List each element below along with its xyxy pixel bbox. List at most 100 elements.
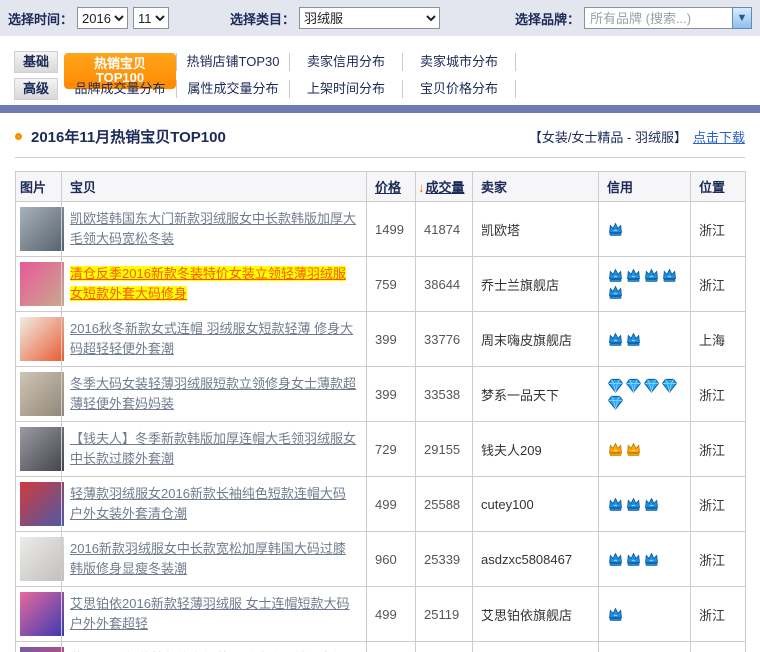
product-thumbnail[interactable] — [20, 537, 64, 581]
blue-crown-icon — [607, 284, 624, 301]
tab-attribute-volume-dist[interactable]: 属性成交量分布 — [177, 80, 290, 98]
blue-crown-icon — [643, 551, 660, 568]
product-thumbnail[interactable] — [20, 647, 64, 652]
tab-item-price-dist[interactable]: 宝贝价格分布 — [403, 80, 516, 98]
blue-crown-icon — [661, 267, 678, 284]
price-cell — [367, 642, 416, 652]
table-body: 凯欧塔韩国东大门新款羽绒服女中长款韩版加厚大毛领大码宽松冬装 1499 4187… — [16, 202, 746, 652]
seller-cell — [473, 642, 599, 652]
advanced-tab-row: 高级 品牌成交量分布 属性成交量分布 上架时间分布 宝贝价格分布 — [0, 75, 760, 102]
product-thumbnail[interactable] — [20, 482, 64, 526]
product-thumbnail[interactable] — [20, 427, 64, 471]
credit-cell — [599, 367, 691, 422]
blue-crown-icon — [643, 496, 660, 513]
product-title-link[interactable]: 艾思铂依2016新款轻薄羽绒服 女士连帽短款大码户外外套超轻 — [70, 596, 350, 631]
table-row: 2016秋冬新款女式连帽 羽绒服女短款轻薄 修身大码超轻轻便外套潮 399 33… — [16, 312, 746, 367]
tab-seller-credit-dist[interactable]: 卖家信用分布 — [290, 53, 403, 71]
top100-table: 图片 宝贝 价格 ↓成交量 卖家 信用 位置 凯欧塔韩国东大门新款羽绒服女中长款… — [15, 171, 746, 652]
product-title-link[interactable]: 清仓反季2016新款冬装特价女装立领轻薄羽绒服女短款外套大码修身 — [70, 266, 346, 301]
table-row: 凯欧塔韩国东大门新款羽绒服女中长款韩版加厚大毛领大码宽松冬装 1499 4187… — [16, 202, 746, 257]
category-select[interactable]: 羽绒服 — [299, 7, 440, 29]
category-path: 【女装/女士精品 - 羽绒服】 — [529, 127, 687, 146]
content-area: 2016年11月热销宝贝TOP100 【女装/女士精品 - 羽绒服】 点击下载 — [0, 113, 760, 158]
col-header-credit: 信用 — [599, 172, 691, 202]
title-divider — [15, 157, 745, 158]
page-title: 2016年11月热销宝贝TOP100 — [31, 126, 529, 147]
col-header-location: 位置 — [691, 172, 746, 202]
blue-diamond-icon — [661, 377, 678, 394]
volume-cell: 29155 — [416, 422, 473, 477]
tab-brand-volume-dist[interactable]: 品牌成交量分布 — [64, 80, 177, 98]
seller-cell: 艾思铂依旗舰店 — [473, 587, 599, 642]
price-cell: 499 — [367, 587, 416, 642]
product-thumbnail[interactable] — [20, 372, 64, 416]
location-cell: 浙江 — [691, 202, 746, 257]
seller-cell: cutey100 — [473, 477, 599, 532]
volume-cell: 25588 — [416, 477, 473, 532]
product-title-link[interactable]: 【钱夫人】冬季新款韩版加厚连帽大毛领羽绒服女中长款过膝外套潮 — [70, 431, 356, 466]
volume-cell: 33776 — [416, 312, 473, 367]
table-row: 2016新款羽绒服女中长款宽松加厚韩国大码过膝韩版修身显瘦冬装潮 960 253… — [16, 532, 746, 587]
blue-crown-icon — [607, 331, 624, 348]
location-cell: 浙江 — [691, 367, 746, 422]
credit-cell — [599, 257, 691, 312]
table-row: 艾思铂依2016新款轻薄羽绒服 女士连帽短款大码户外外套超轻 499 25119… — [16, 587, 746, 642]
product-title-link[interactable]: 2016新款羽绒服女中长款宽松加厚韩国大码过膝韩版修身显瘦冬装潮 — [70, 541, 346, 576]
advanced-group-label: 高级 — [14, 78, 58, 100]
col-header-item: 宝贝 — [62, 172, 367, 202]
download-link[interactable]: 点击下载 — [693, 127, 745, 146]
tab-listing-time-dist[interactable]: 上架时间分布 — [290, 80, 403, 98]
product-title-link[interactable]: 凯欧塔韩国东大门新款羽绒服女中长款韩版加厚大毛领大码宽松冬装 — [70, 211, 356, 246]
category-filter-label: 选择类目： — [230, 9, 295, 28]
price-cell: 729 — [367, 422, 416, 477]
col-header-price-sort[interactable]: 价格 — [375, 180, 401, 195]
blue-crown-icon — [625, 267, 642, 284]
blue-crown-icon — [607, 267, 624, 284]
table-row: 【钱夫人】冬季新款韩版加厚连帽大毛领羽绒服女中长款过膝外套潮 729 29155… — [16, 422, 746, 477]
basic-group-label: 基础 — [14, 51, 58, 73]
year-select[interactable]: 2016 — [77, 7, 128, 29]
credit-cell — [599, 587, 691, 642]
credit-cell — [599, 477, 691, 532]
product-thumbnail[interactable] — [20, 262, 64, 306]
location-cell: 浙江 — [691, 587, 746, 642]
product-thumbnail[interactable] — [20, 592, 64, 636]
location-cell — [691, 642, 746, 652]
title-bullet-icon — [15, 133, 22, 140]
product-title-link[interactable]: 冬季大码女装轻薄羽绒服短款立领修身女士薄款超薄轻便外套妈妈装 — [70, 376, 356, 411]
time-filter-label: 选择时间： — [8, 9, 73, 28]
brand-filter-label: 选择品牌： — [515, 9, 580, 28]
col-header-volume-sort[interactable]: 成交量 — [426, 180, 465, 195]
sort-desc-arrow-icon: ↓ — [418, 180, 425, 195]
credit-cell — [599, 642, 691, 652]
blue-crown-icon — [625, 551, 642, 568]
credit-cell — [599, 202, 691, 257]
brand-combobox: ▼ — [584, 7, 752, 29]
blue-crown-icon — [643, 267, 660, 284]
volume-cell: 33538 — [416, 367, 473, 422]
tab-seller-city-dist[interactable]: 卖家城市分布 — [403, 53, 516, 71]
price-cell: 399 — [367, 312, 416, 367]
brand-search-input[interactable] — [584, 7, 732, 29]
volume-cell: 25119 — [416, 587, 473, 642]
price-cell: 960 — [367, 532, 416, 587]
product-thumbnail[interactable] — [20, 317, 64, 361]
blue-crown-icon — [607, 606, 624, 623]
seller-cell: 凯欧塔 — [473, 202, 599, 257]
seller-cell: 周末嗨皮旗舰店 — [473, 312, 599, 367]
brand-dropdown-button[interactable]: ▼ — [732, 7, 752, 29]
product-thumbnail[interactable] — [20, 207, 64, 251]
filter-bar: 选择时间： 2016 11 选择类目： 羽绒服 选择品牌： ▼ — [0, 0, 760, 36]
tab-hot-items-top100[interactable]: 热销宝贝TOP100 — [64, 53, 177, 71]
blue-crown-icon — [625, 496, 642, 513]
volume-cell: 38644 — [416, 257, 473, 312]
price-cell: 759 — [367, 257, 416, 312]
month-select[interactable]: 11 — [133, 7, 169, 29]
tab-hot-shops-top30[interactable]: 热销店铺TOP30 — [177, 53, 290, 71]
product-title-link[interactable]: 2016秋冬新款女式连帽 羽绒服女短款轻薄 修身大码超轻轻便外套潮 — [70, 321, 353, 356]
table-row: 冬季大码女装轻薄羽绒服短款立领修身女士薄款超薄轻便外套妈妈装 399 33538… — [16, 367, 746, 422]
location-cell: 浙江 — [691, 477, 746, 532]
blue-crown-icon — [607, 496, 624, 513]
blue-diamond-icon — [607, 394, 624, 411]
product-title-link[interactable]: 轻薄款羽绒服女2016新款长袖纯色短款连帽大码户外女装外套清仓潮 — [70, 486, 346, 521]
